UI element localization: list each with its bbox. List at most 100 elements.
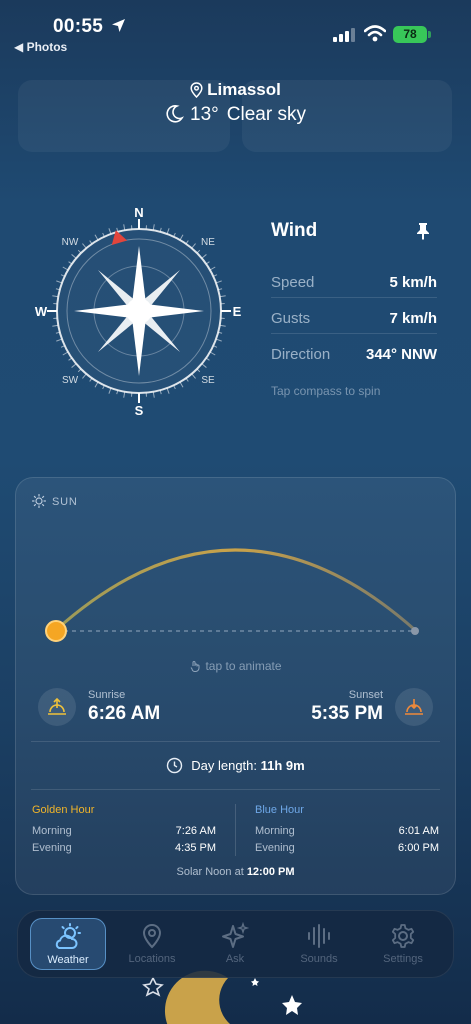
tab-settings-label: Settings (383, 953, 423, 965)
day-length-label: Day length: (191, 758, 258, 773)
solar-noon-time: 12:00 PM (246, 866, 295, 878)
solar-noon-label: Solar Noon at (176, 866, 244, 878)
compass-tick (56, 338, 63, 342)
compass-tick (56, 280, 63, 284)
sunset-icon-circle (395, 688, 433, 726)
wind-panel: Wind Speed 5 km/h Gusts 7 km/h Direction… (271, 220, 437, 398)
sparkle-icon (222, 922, 250, 948)
compass-tick (205, 261, 210, 265)
golden-morning-label: Morning (32, 825, 72, 837)
sunrise-label: Sunrise (88, 689, 126, 701)
blue-evening-row: Evening 6:00 PM (255, 842, 439, 859)
compass-tick (166, 228, 170, 235)
sun-position-dot (45, 620, 67, 642)
tap-hint-text: tap to animate (205, 659, 282, 673)
tap-to-animate-hint: tap to animate (0, 659, 471, 673)
small-star-icon (251, 978, 259, 986)
clock-icon (167, 757, 183, 774)
location-title[interactable]: Limassol (0, 80, 471, 100)
day-length-value: 11h 9m (260, 758, 305, 773)
golden-evening-label: Evening (32, 842, 72, 854)
status-bar: 00:55 ◀ Photos 78 (0, 0, 471, 60)
wind-gusts-value: 7 km/h (389, 310, 437, 327)
blue-hour-section: Blue Hour Morning 6:01 AM Evening 6:00 PM (255, 804, 439, 859)
compass-label-se: SE (201, 375, 215, 386)
blue-hour-title: Blue Hour (255, 804, 304, 816)
tab-weather-label: Weather (47, 954, 89, 966)
battery-tip (428, 31, 431, 38)
compass-tick (219, 324, 226, 327)
wind-compass[interactable]: N S W E NW NE SW SE (28, 200, 250, 422)
compass-tick (209, 266, 216, 271)
sunset-icon (405, 699, 423, 715)
sun-divider-1 (31, 741, 440, 742)
compass-tick (108, 228, 112, 235)
golden-evening-time: 4:35 PM (175, 842, 216, 854)
gear-icon (391, 924, 415, 948)
golden-hour-title: Golden Hour (32, 804, 95, 816)
wifi-icon (364, 25, 386, 42)
moon-decoration-icon (164, 970, 231, 1024)
sun-arc[interactable] (25, 535, 445, 645)
compass-tick (185, 240, 189, 245)
tab-locations[interactable]: Locations (114, 918, 190, 970)
tab-ask[interactable]: Ask (197, 918, 273, 970)
compass-tick (71, 363, 77, 368)
wind-speed-value: 5 km/h (389, 274, 437, 291)
location-pin-icon (142, 923, 162, 949)
sunset-label: Sunset (348, 689, 383, 701)
compass-tick (123, 391, 126, 398)
compass-tick (52, 324, 59, 327)
compass-tick (89, 240, 93, 245)
current-conditions: 13° Clear sky (0, 104, 471, 126)
location-name: Limassol (207, 80, 281, 99)
tab-weather[interactable]: Weather (30, 918, 106, 970)
tab-settings[interactable]: Settings (365, 918, 441, 970)
waveform-icon (308, 924, 330, 948)
sun-path-curve (55, 548, 416, 632)
wind-gusts-label: Gusts (271, 310, 311, 327)
compass-tick (215, 280, 222, 284)
compass-tick (152, 391, 155, 398)
back-to-photos-link[interactable]: ◀ Photos (14, 40, 67, 54)
compass-tick (89, 377, 93, 382)
tab-sounds[interactable]: Sounds (281, 918, 357, 970)
wind-title: Wind (271, 220, 318, 241)
compass-tick (94, 234, 99, 241)
compass-tick (201, 254, 207, 259)
battery-indicator: 78 (393, 26, 427, 43)
compass-label-nw: NW (62, 237, 79, 248)
sun-icon (31, 493, 47, 509)
compass-tick (215, 338, 222, 342)
sunrise-icon (48, 697, 66, 715)
day-length: Day length: 11h 9m (0, 757, 471, 774)
compass-label-w: W (35, 304, 48, 319)
compass-tick (219, 295, 226, 298)
pin-icon[interactable] (415, 222, 431, 240)
compass-tick (62, 351, 69, 356)
golden-hour-section: Golden Hour Morning 7:26 AM Evening 4:35 P… (32, 804, 216, 859)
condition-text: Clear sky (226, 104, 306, 125)
compass-label-n: N (134, 205, 143, 220)
hours-separator (235, 804, 236, 856)
status-time: 00:55 (53, 16, 104, 37)
compass-tick (94, 381, 99, 388)
moon-icon (166, 105, 185, 123)
compass-tick (196, 249, 201, 254)
compass-tick (68, 357, 73, 361)
tab-ask-label: Ask (225, 953, 245, 965)
star-outline-icon (142, 976, 164, 997)
blue-evening-time: 6:00 PM (398, 842, 439, 854)
wind-direction-label: Direction (271, 346, 331, 363)
compass-tick (209, 351, 216, 356)
compass-tick (201, 363, 207, 368)
compass-tick (82, 243, 87, 249)
compass-tick (77, 249, 82, 254)
location-arrow-icon (112, 19, 125, 32)
blue-morning-time: 6:01 AM (398, 825, 439, 837)
compass-tick (166, 387, 170, 394)
compass-tick (52, 295, 59, 298)
sunrise-icon-circle (38, 688, 76, 726)
compass-tick (191, 243, 196, 249)
compass-label-sw: SW (62, 375, 79, 386)
